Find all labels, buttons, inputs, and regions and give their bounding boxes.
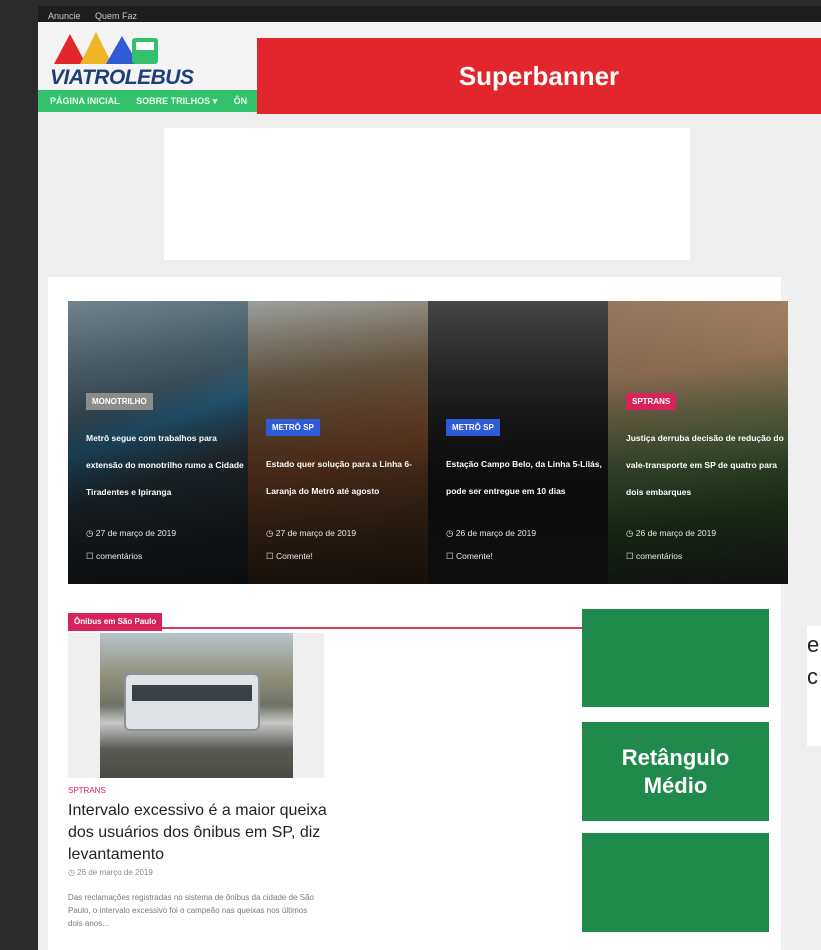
medium-rectangle-ad[interactable]: Retângulo Médio bbox=[582, 722, 769, 821]
comment-icon: ☐ bbox=[266, 551, 276, 561]
slide-1-date: ◷ 27 de março de 2019 bbox=[86, 528, 177, 538]
slide-4-comments[interactable]: ☐ comentários bbox=[626, 551, 682, 562]
slide-1-title[interactable]: Metrô segue com trabalhos para extensão … bbox=[86, 425, 246, 506]
side-ad-top[interactable] bbox=[582, 609, 769, 707]
slide-2[interactable]: METRÔ SP Estado quer solução para a Linh… bbox=[248, 301, 428, 584]
side-peek-text-1: e bbox=[807, 632, 820, 657]
slide-2-comments[interactable]: ☐ Comente! bbox=[266, 551, 313, 562]
slide-3-date: ◷ 26 de março de 2019 bbox=[446, 528, 537, 538]
slide-4-tag[interactable]: SPTRANS bbox=[626, 393, 677, 410]
superbanner-label: Superbanner bbox=[458, 60, 620, 91]
white-ad-slot bbox=[164, 128, 690, 260]
slide-1[interactable]: MONOTRILHO Metrô segue com trabalhos par… bbox=[68, 301, 248, 584]
site-logo[interactable]: VIATROLEBUS bbox=[50, 28, 194, 90]
logo-vehicles-icon bbox=[54, 32, 158, 64]
slide-2-tag[interactable]: METRÔ SP bbox=[266, 419, 320, 436]
medium-rectangle-label: Retângulo Médio bbox=[621, 744, 730, 798]
superbanner-ad[interactable]: Superbanner bbox=[257, 38, 821, 114]
logo-text: VIATROLEBUS bbox=[50, 66, 194, 89]
slide-3[interactable]: METRÔ SP Estação Campo Belo, da Linha 5-… bbox=[428, 301, 608, 584]
slide-1-comments[interactable]: ☐ comentários bbox=[86, 551, 142, 562]
clock-icon: ◷ bbox=[626, 528, 636, 538]
slide-3-comments[interactable]: ☐ Comente! bbox=[446, 551, 493, 562]
clock-icon: ◷ bbox=[446, 528, 456, 538]
article-category[interactable]: SPTRANS bbox=[68, 786, 106, 795]
slide-2-date: ◷ 27 de março de 2019 bbox=[266, 528, 357, 538]
clock-icon: ◷ bbox=[266, 528, 276, 538]
article-excerpt: Das reclamações registradas no sistema d… bbox=[68, 893, 314, 928]
slide-4-date: ◷ 26 de março de 2019 bbox=[626, 528, 717, 538]
nav-item-onibus[interactable]: ÔN bbox=[234, 90, 248, 112]
clock-icon: ◷ bbox=[86, 528, 96, 538]
section-heading: Ônibus em São Paulo bbox=[68, 611, 600, 631]
article-image[interactable] bbox=[68, 633, 324, 778]
top-bar: Anuncie Quem Faz bbox=[38, 6, 821, 22]
slide-3-title[interactable]: Estação Campo Belo, da Linha 5-Lilás, po… bbox=[446, 451, 606, 505]
featured-slider: MONOTRILHO Metrô segue com trabalhos par… bbox=[68, 301, 788, 584]
comment-icon: ☐ bbox=[626, 551, 636, 561]
slide-4[interactable]: SPTRANS Justiça derruba decisão de reduç… bbox=[608, 301, 788, 584]
slide-2-title[interactable]: Estado quer solução para a Linha 6-Laran… bbox=[266, 451, 426, 505]
side-ad-bottom[interactable] bbox=[582, 833, 769, 932]
article-title[interactable]: Intervalo excessivo é a maior queixa dos… bbox=[68, 800, 328, 866]
section-heading-label[interactable]: Ônibus em São Paulo bbox=[68, 613, 163, 631]
side-ad-peek: e c bbox=[807, 626, 821, 746]
comment-icon: ☐ bbox=[446, 551, 456, 561]
slide-4-title[interactable]: Justiça derruba decisão de redução do va… bbox=[626, 425, 786, 506]
slide-3-tag[interactable]: METRÔ SP bbox=[446, 419, 500, 436]
nav-item-home[interactable]: PÁGINA INICIAL bbox=[50, 90, 120, 112]
clock-icon: ◷ bbox=[68, 868, 78, 877]
bus-icon bbox=[124, 673, 260, 731]
slide-1-tag[interactable]: MONOTRILHO bbox=[86, 393, 153, 410]
nav-item-sobre-trilhos[interactable]: SOBRE TRILHOS ▾ bbox=[136, 90, 217, 112]
side-peek-text-2: c bbox=[807, 664, 818, 689]
comment-icon: ☐ bbox=[86, 551, 96, 561]
browser-frame: Anuncie Quem Faz VIATROLEBUS PÁGINA INIC… bbox=[0, 0, 821, 950]
article-date: ◷ 26 de março de 2019 bbox=[68, 868, 153, 877]
